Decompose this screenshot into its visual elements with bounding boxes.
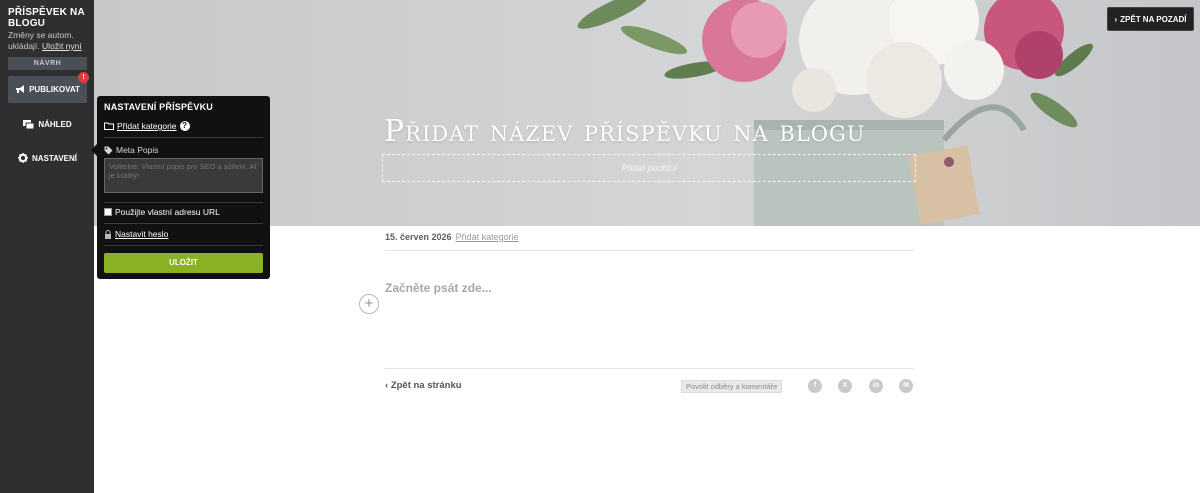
popup-add-category-link[interactable]: Přidat kategorie	[117, 121, 177, 131]
post-date[interactable]: 15. červen 2026	[385, 232, 452, 250]
email-icon[interactable]: ✉	[899, 379, 913, 393]
post-settings-popup: NASTAVENÍ PŘÍSPĚVKU Přidat kategorie ? M…	[91, 96, 270, 279]
custom-url-label: Použijte vlastní adresu URL	[115, 207, 220, 217]
publish-label: PUBLIKOVAT	[29, 85, 80, 94]
x-icon[interactable]: X	[838, 379, 852, 393]
meta-label-text: Meta Popis	[116, 145, 159, 155]
publish-alert-badge: !	[78, 72, 89, 83]
divider	[104, 137, 263, 138]
meta-description-input[interactable]	[104, 158, 263, 193]
sidebar: PŘÍSPĚVEK NA BLOGU Změny se autom. uklád…	[0, 0, 94, 493]
publish-button[interactable]: PUBLIKOVAT	[8, 76, 87, 103]
popup-title: NASTAVENÍ PŘÍSPĚVKU	[104, 102, 213, 112]
save-now-link[interactable]: Uložit nyní	[42, 41, 82, 51]
linkedin-icon[interactable]: in	[869, 379, 883, 393]
custom-url-row[interactable]: Použijte vlastní adresu URL	[104, 207, 220, 217]
sidebar-title: PŘÍSPĚVEK NA BLOGU	[8, 7, 85, 29]
draft-status-badge: NÁVRH	[8, 57, 87, 70]
preview-icon	[23, 119, 35, 129]
chevron-left-icon: ‹	[385, 380, 389, 391]
megaphone-icon	[16, 85, 25, 93]
divider	[104, 223, 263, 224]
facebook-icon[interactable]: f	[808, 379, 822, 393]
gear-icon	[17, 153, 28, 163]
subtitle-input[interactable]: Přidat podtitul	[382, 154, 916, 182]
enable-subscriptions-button[interactable]: Povolit odběry a komentáře	[681, 380, 783, 393]
back-to-page-link[interactable]: ‹ Zpět na stránku	[385, 380, 462, 391]
back-to-background-label: ZPĚT NA POZADÍ	[1120, 14, 1187, 24]
folder-icon	[104, 122, 114, 130]
settings-label: NASTAVENÍ	[31, 153, 78, 163]
chevron-right-icon: ›	[1114, 14, 1118, 24]
tag-icon	[104, 146, 113, 154]
divider	[104, 202, 263, 203]
preview-label: NÁHLED	[38, 119, 72, 129]
lock-icon	[105, 229, 111, 239]
settings-button[interactable]: NASTAVENÍ	[8, 148, 87, 168]
custom-url-checkbox[interactable]	[104, 208, 112, 216]
help-icon[interactable]: ?	[179, 121, 190, 131]
save-button[interactable]: ULOŽIT	[104, 253, 263, 273]
autosave-status: Změny se autom. ukládají. Uložit nyní	[8, 30, 92, 52]
post-meta: 15. červen 2026 Přidat kategorie	[385, 232, 914, 251]
post-footer: ‹ Zpět na stránku Povolit odběry a komen…	[385, 368, 914, 402]
popup-arrow	[91, 144, 97, 156]
add-category-link[interactable]: Přidat kategorie	[456, 232, 519, 250]
divider	[104, 245, 263, 246]
back-to-background-button[interactable]: › ZPĚT NA POZADÍ	[1107, 7, 1194, 31]
password-row[interactable]: Nastavit heslo	[104, 229, 168, 239]
add-block-button[interactable]: +	[359, 294, 379, 314]
add-category-row[interactable]: Přidat kategorie ?	[104, 121, 190, 131]
post-body-placeholder[interactable]: Začněte psát zde...	[385, 281, 492, 295]
back-to-page-label: Zpět na stránku	[390, 380, 462, 391]
preview-button[interactable]: NÁHLED	[8, 114, 87, 134]
meta-description-label: Meta Popis	[104, 145, 159, 155]
set-password-link[interactable]: Nastavit heslo	[115, 229, 168, 239]
post-title[interactable]: Přidat název příspěvku na blogu	[384, 114, 865, 149]
